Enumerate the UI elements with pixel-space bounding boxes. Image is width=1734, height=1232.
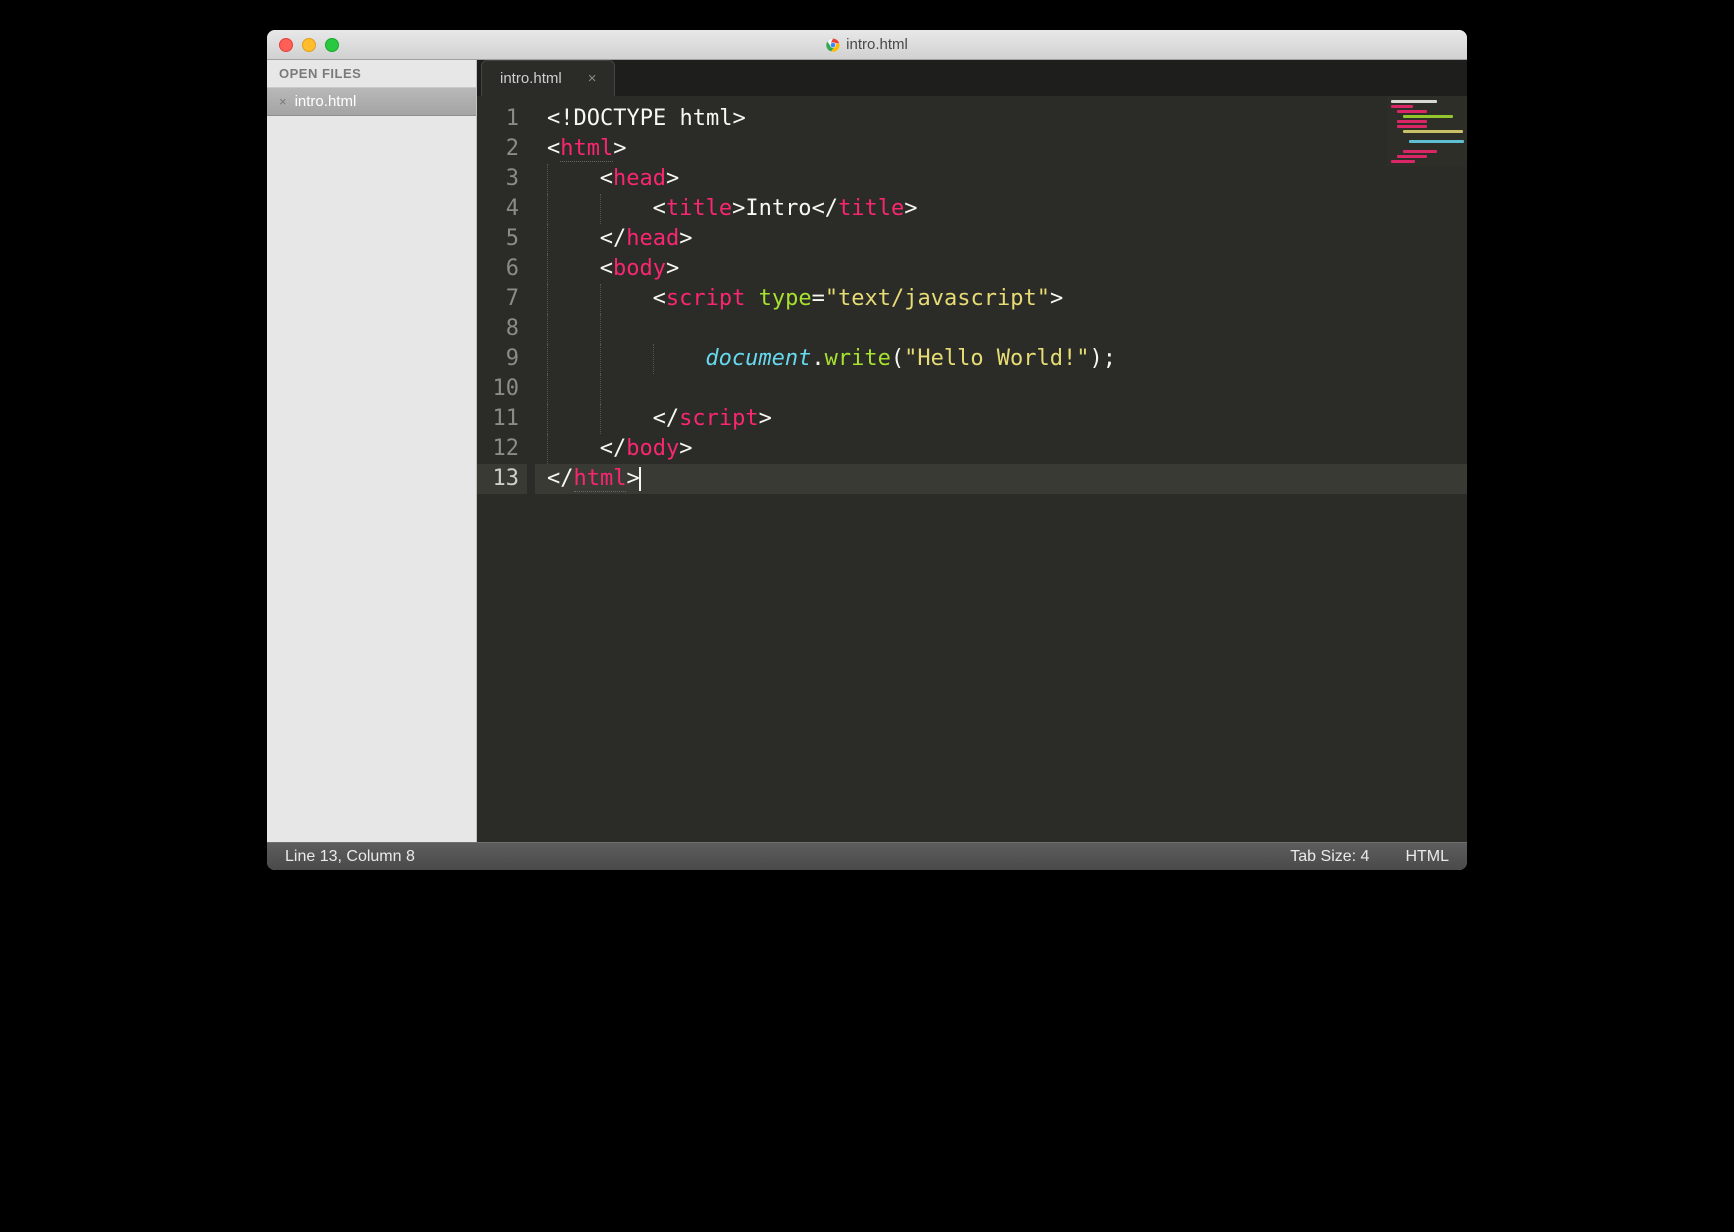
code-line[interactable]: <body>: [535, 254, 1467, 284]
line-number[interactable]: 9: [477, 344, 527, 374]
sidebar-header: OPEN FILES: [267, 60, 476, 87]
code-line[interactable]: <!DOCTYPE html>: [535, 104, 1467, 134]
status-syntax[interactable]: HTML: [1405, 848, 1449, 866]
status-tab-size[interactable]: Tab Size: 4: [1290, 848, 1369, 866]
code-editor[interactable]: 12345678910111213 <!DOCTYPE html><html><…: [477, 96, 1467, 842]
titlebar[interactable]: intro.html: [267, 30, 1467, 60]
line-number[interactable]: 5: [477, 224, 527, 254]
status-cursor-position[interactable]: Line 13, Column 8: [285, 848, 1254, 866]
sidebar-item-open-file[interactable]: × intro.html: [267, 87, 476, 116]
tab-bar[interactable]: intro.html ×: [477, 60, 1467, 96]
minimap[interactable]: [1387, 96, 1467, 166]
code-line[interactable]: <script type="text/javascript">: [535, 284, 1467, 314]
line-number[interactable]: 4: [477, 194, 527, 224]
tab-label: intro.html: [500, 70, 562, 87]
close-file-icon[interactable]: ×: [279, 94, 287, 109]
code-line[interactable]: </body>: [535, 434, 1467, 464]
minimize-window-button[interactable]: [302, 38, 316, 52]
tab-intro-html[interactable]: intro.html ×: [481, 60, 615, 96]
line-number[interactable]: 1: [477, 104, 527, 134]
editor-window: intro.html OPEN FILES × intro.html intro…: [267, 30, 1467, 870]
code-line[interactable]: document.write("Hello World!");: [535, 344, 1467, 374]
code-line[interactable]: <head>: [535, 164, 1467, 194]
sidebar: OPEN FILES × intro.html: [267, 60, 477, 842]
line-number[interactable]: 13: [477, 464, 527, 494]
status-bar: Line 13, Column 8 Tab Size: 4 HTML: [267, 842, 1467, 870]
editor-area: intro.html × 12345678910111213 <!DOCTYPE…: [477, 60, 1467, 842]
close-tab-icon[interactable]: ×: [588, 70, 597, 87]
code-line[interactable]: </html>: [535, 464, 1467, 494]
window-title-text: intro.html: [846, 36, 908, 53]
text-cursor: [639, 467, 641, 491]
code-line[interactable]: <html>: [535, 134, 1467, 164]
line-number[interactable]: 11: [477, 404, 527, 434]
traffic-lights: [267, 38, 339, 52]
line-number[interactable]: 2: [477, 134, 527, 164]
window-body: OPEN FILES × intro.html intro.html × 123…: [267, 60, 1467, 842]
code-line[interactable]: [535, 314, 1467, 344]
line-number[interactable]: 12: [477, 434, 527, 464]
line-number[interactable]: 3: [477, 164, 527, 194]
line-number-gutter[interactable]: 12345678910111213: [477, 96, 535, 842]
code-line[interactable]: </head>: [535, 224, 1467, 254]
code-line[interactable]: </script>: [535, 404, 1467, 434]
line-number[interactable]: 7: [477, 284, 527, 314]
code-line[interactable]: <title>Intro</title>: [535, 194, 1467, 224]
sidebar-item-label: intro.html: [295, 93, 357, 110]
close-window-button[interactable]: [279, 38, 293, 52]
line-number[interactable]: 6: [477, 254, 527, 284]
line-number[interactable]: 8: [477, 314, 527, 344]
window-title: intro.html: [267, 36, 1467, 53]
code-line[interactable]: [535, 374, 1467, 404]
zoom-window-button[interactable]: [325, 38, 339, 52]
line-number[interactable]: 10: [477, 374, 527, 404]
chrome-icon: [826, 38, 840, 52]
code-content[interactable]: <!DOCTYPE html><html><head><title>Intro<…: [535, 96, 1467, 842]
